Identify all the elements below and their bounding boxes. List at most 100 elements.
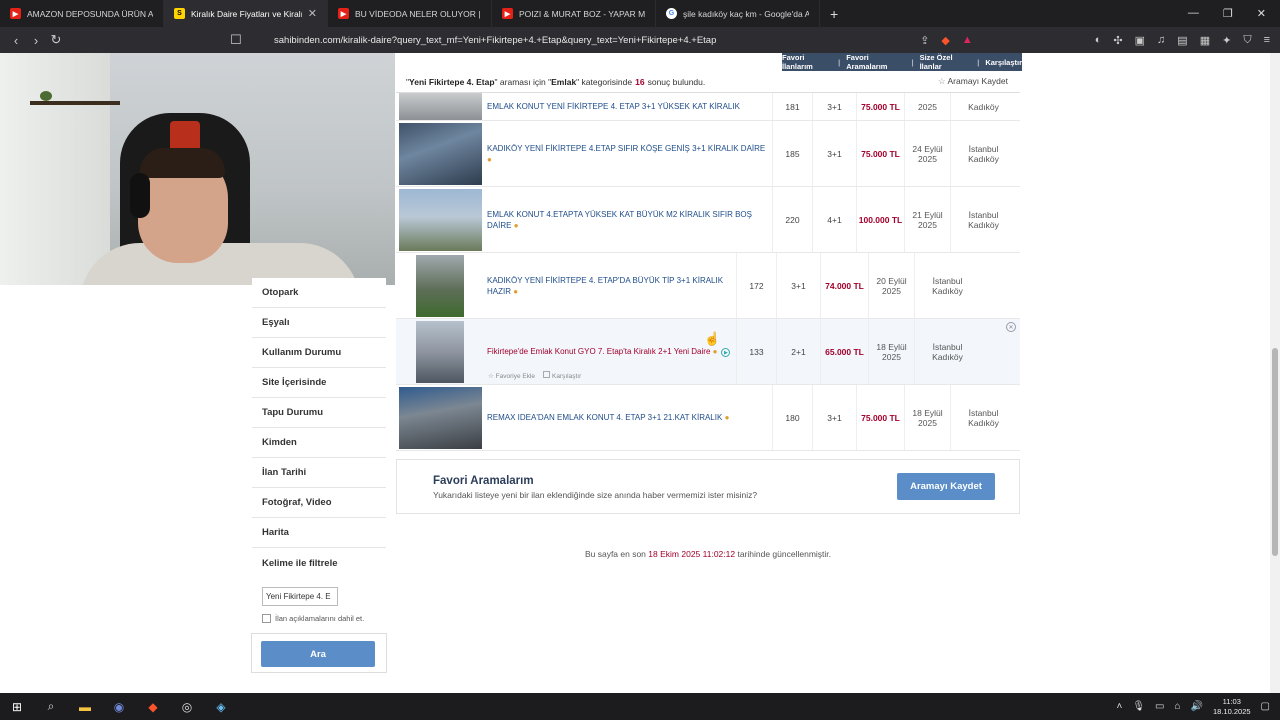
- puzzle-icon[interactable]: ✣: [1113, 34, 1122, 47]
- table-row[interactable]: REMAX IDEA'DAN EMLAK KONUT 4. ETAP 3+1 2…: [396, 385, 1020, 451]
- nav-favori-ilanlar[interactable]: Favori İlanlarım: [782, 53, 832, 71]
- youtube-icon: ▶: [10, 8, 21, 19]
- add-favorite[interactable]: ☆ Favoriye Ekle: [488, 372, 535, 380]
- tray-chevron-icon[interactable]: ˄: [1117, 701, 1123, 712]
- clock-time: 11:03: [1222, 696, 1241, 706]
- screenshot-icon[interactable]: ▣: [1135, 34, 1145, 47]
- extension-icon[interactable]: ◐: [1095, 34, 1102, 46]
- filter-fotograf-video[interactable]: Fotoğraf, Video: [252, 488, 386, 518]
- filter-harita[interactable]: Harita: [252, 518, 386, 548]
- checkbox-icon: [543, 371, 551, 378]
- leo-icon[interactable]: ✦: [1222, 34, 1231, 47]
- forward-icon[interactable]: ›: [26, 33, 46, 48]
- compare-checkbox[interactable]: Karşılaştır: [543, 371, 581, 380]
- scrollbar-thumb[interactable]: [1272, 348, 1278, 556]
- table-row[interactable]: KADIKÖY YENİ FİKİRTEPE 4.ETAP SIFIR KÖŞE…: [396, 121, 1020, 187]
- filter-tapu-durumu[interactable]: Tapu Durumu: [252, 398, 386, 428]
- filter-otopark[interactable]: Otopark: [252, 278, 386, 308]
- close-window-icon[interactable]: ✕: [1257, 7, 1266, 20]
- bookmark-icon[interactable]: ☐: [226, 32, 246, 48]
- close-tab-icon[interactable]: ✕: [308, 7, 317, 20]
- system-clock[interactable]: 11:03 18.10.2025: [1213, 697, 1251, 717]
- youtube-icon: ▶: [502, 8, 513, 19]
- display-icon[interactable]: ▭: [1155, 701, 1164, 712]
- reload-icon[interactable]: ↻: [46, 32, 66, 48]
- search-button[interactable]: Ara: [261, 641, 375, 667]
- table-row[interactable]: EMLAK KONUT 4.ETAPTA YÜKSEK KAT BÜYÜK M2…: [396, 187, 1020, 253]
- brave-shield-icon[interactable]: ◆: [941, 34, 949, 47]
- listing-location: İstanbul Kadıköy: [950, 121, 1016, 186]
- filter-kullanim-durumu[interactable]: Kullanım Durumu: [252, 338, 386, 368]
- browser-tab[interactable]: ▶ BU VİDEODA NELER OLUYOR | SHITP: [328, 0, 492, 27]
- summary-middle: " araması için ": [494, 76, 552, 87]
- windows-taskbar: ⊞ ⌕ ▬ ◉ ◆ ◎ ◈ ˄ 🎙 ▭ ⌂ 🔊 11:03 18.10.2025…: [0, 693, 1280, 720]
- save-search-button[interactable]: Aramayı Kaydet: [897, 473, 995, 500]
- include-description-label: İlan açıklamalarını dahil et.: [275, 614, 365, 623]
- volume-icon[interactable]: 🔊: [1191, 701, 1203, 712]
- listing-title[interactable]: Fikirtepe'de Emlak Konut GYO 7. Etap'ta …: [482, 346, 736, 357]
- filter-site-icerisinde[interactable]: Site İçerisinde: [252, 368, 386, 398]
- filter-kelime[interactable]: Kelime ile filtrele: [252, 548, 386, 578]
- microphone-icon[interactable]: 🎙: [1132, 701, 1145, 712]
- close-icon[interactable]: ✕: [1006, 322, 1016, 332]
- listing-title[interactable]: KADIKÖY YENİ FİKİRTEPE 4. ETAP'DA BÜYÜK …: [482, 275, 736, 297]
- save-search-link[interactable]: ☆ Aramayı Kaydet: [938, 76, 1020, 87]
- wallet-icon[interactable]: ▦: [1200, 34, 1210, 47]
- file-explorer-icon[interactable]: ▬: [68, 693, 102, 720]
- listing-thumbnail[interactable]: [399, 386, 482, 449]
- browser-tab[interactable]: G şile kadıköy kaç km - Google'da Ara: [656, 0, 820, 27]
- listing-thumbnail[interactable]: [399, 122, 482, 185]
- listing-title[interactable]: KADIKÖY YENİ FİKİRTEPE 4.ETAP SIFIR KÖŞE…: [482, 143, 772, 165]
- brave-browser-icon[interactable]: ◆: [136, 693, 170, 720]
- table-row[interactable]: KADIKÖY YENİ FİKİRTEPE 4. ETAP'DA BÜYÜK …: [396, 253, 1020, 319]
- url-field[interactable]: sahibinden.com/kiralik-daire?query_text_…: [274, 35, 716, 46]
- listing-title[interactable]: EMLAK KONUT 4.ETAPTA YÜKSEK KAT BÜYÜK M2…: [482, 209, 772, 231]
- restore-icon[interactable]: ❐: [1223, 7, 1233, 20]
- listing-thumbnail[interactable]: [416, 254, 464, 317]
- share-icon[interactable]: ⇪: [920, 34, 929, 47]
- listing-thumbnail[interactable]: [416, 320, 464, 383]
- table-row-hovered[interactable]: Fikirtepe'de Emlak Konut GYO 7. Etap'ta …: [396, 319, 1020, 385]
- music-icon[interactable]: ♫: [1157, 34, 1165, 46]
- search-icon[interactable]: ⌕: [34, 693, 68, 720]
- nav-favori-aramalar[interactable]: Favori Aramalarım: [846, 53, 905, 71]
- listing-title[interactable]: EMLAK KONUT YENİ FİKİRTEPE 4. ETAP 3+1 Y…: [482, 101, 772, 112]
- filter-esyali[interactable]: Eşyalı: [252, 308, 386, 338]
- table-row[interactable]: EMLAK KONUT YENİ FİKİRTEPE 4. ETAP 3+1 Y…: [396, 93, 1020, 121]
- page-content: Favori İlanlarım | Favori Aramalarım | S…: [0, 53, 1280, 693]
- windows-start-icon[interactable]: ⊞: [0, 693, 34, 720]
- keyword-input[interactable]: [262, 587, 338, 606]
- filter-ilan-tarihi[interactable]: İlan Tarihi: [252, 458, 386, 488]
- city: İstanbul: [968, 209, 999, 220]
- discord-icon[interactable]: ◉: [102, 693, 136, 720]
- browser-tab[interactable]: ▶ AMAZON DEPOSUNDA ÜRÜN AYIKLA: [0, 0, 164, 27]
- browser-tab-active[interactable]: S Kiralık Daire Fiyatları ve Kiralık Ev …: [164, 0, 328, 27]
- network-icon[interactable]: ⌂: [1175, 701, 1181, 712]
- obs-icon[interactable]: ◎: [170, 693, 204, 720]
- listing-location: İstanbul Kadıköy: [914, 319, 980, 384]
- nav-size-ozel[interactable]: Size Özel İlanlar: [920, 53, 972, 71]
- filter-kimden[interactable]: Kimden: [252, 428, 386, 458]
- rewards-icon[interactable]: ▲: [962, 34, 973, 46]
- webcam-hair: [140, 148, 225, 178]
- nav-karsilastir[interactable]: Karşılaştır: [985, 58, 1022, 67]
- summary-query: Yeni Fikirtepe 4. Etap: [409, 76, 495, 87]
- new-tab-button[interactable]: +: [820, 6, 848, 22]
- steam-icon[interactable]: ◈: [204, 693, 238, 720]
- notification-icon[interactable]: ▢: [1261, 701, 1270, 712]
- browser-tab[interactable]: ▶ POIZI & MURAT BOZ - YAPAR MI: [492, 0, 656, 27]
- listing-thumbnail[interactable]: [399, 188, 482, 251]
- nav-separator: |: [977, 57, 980, 67]
- back-icon[interactable]: ‹: [6, 33, 26, 48]
- minimize-icon[interactable]: —: [1188, 7, 1199, 20]
- menu-icon[interactable]: ≡: [1264, 34, 1270, 46]
- include-description-checkbox[interactable]: İlan açıklamalarını dahil et.: [262, 614, 386, 623]
- sidebar-icon[interactable]: ▤: [1177, 34, 1187, 47]
- city: İstanbul: [968, 143, 999, 154]
- page-scrollbar[interactable]: [1270, 53, 1280, 693]
- listing-title[interactable]: REMAX IDEA'DAN EMLAK KONUT 4. ETAP 3+1 2…: [482, 412, 772, 423]
- listing-thumbnail[interactable]: [399, 93, 482, 120]
- vpn-icon[interactable]: ⛉: [1243, 34, 1251, 47]
- compare-label: Karşılaştır: [552, 373, 582, 380]
- listing-rooms: 3+1: [812, 93, 856, 120]
